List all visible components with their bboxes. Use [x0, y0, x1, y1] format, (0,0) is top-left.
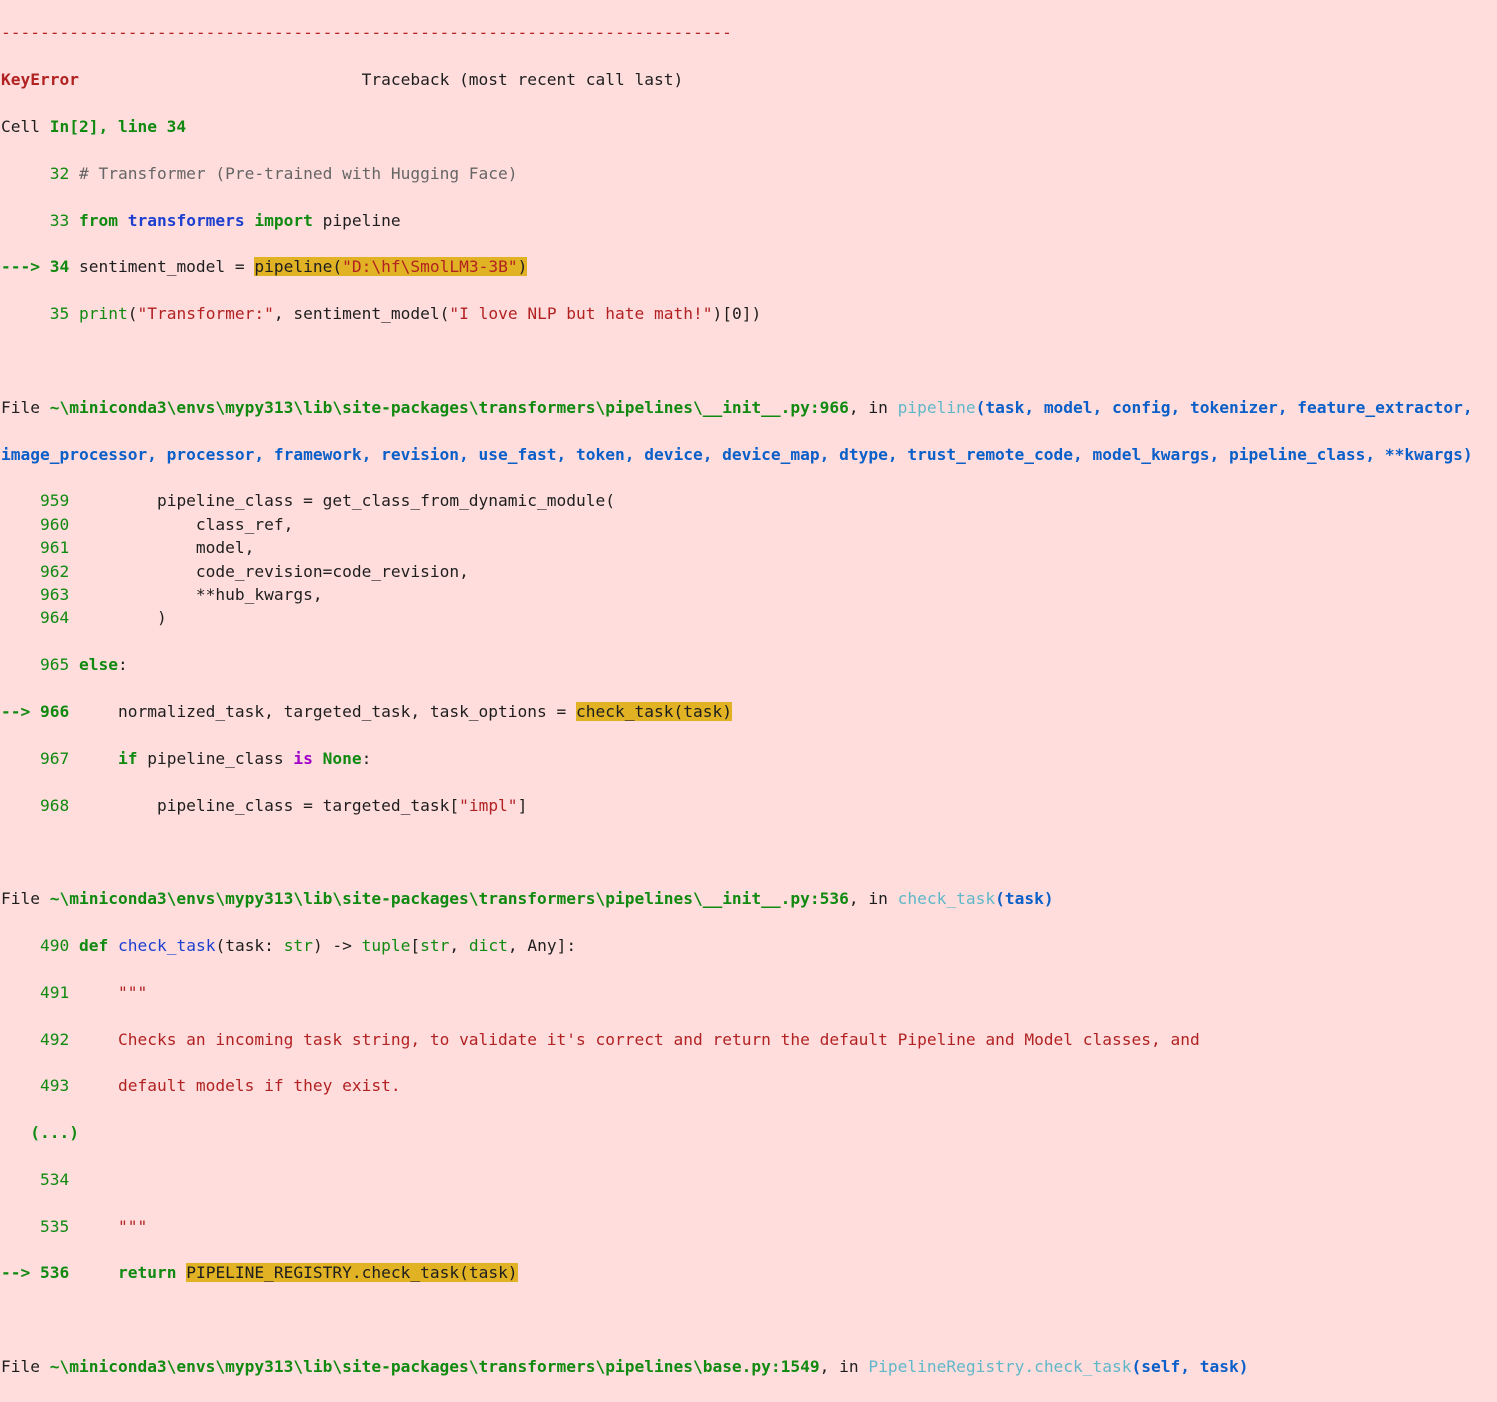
code-line-34-current: ---> 34 sentiment_model = pipeline("D:\h…: [1, 257, 528, 277]
code-line-963: 963 **hub_kwargs,: [1, 583, 1497, 606]
code-text: pipeline_class = get_class_from_dynamic_…: [78, 491, 615, 511]
code-line-33: 33 from transformers import pipeline: [49, 210, 401, 230]
code-text: model,: [78, 538, 255, 558]
frame-header-registry: File ~\miniconda3\envs\mypy313\lib\site-…: [1, 1357, 1249, 1377]
line-number: 960: [39, 514, 70, 534]
code-line-959: 959 pipeline_class = get_class_from_dyna…: [1, 489, 1497, 512]
frame-header-check-task: File ~\miniconda3\envs\mypy313\lib\site-…: [1, 889, 1054, 909]
code-line-536-current: --> 536 return PIPELINE_REGISTRY.check_t…: [1, 1263, 518, 1283]
error-header: KeyError Traceback (most recent call las…: [1, 68, 1497, 91]
code-line-962: 962 code_revision=code_revision,: [1, 560, 1497, 583]
code-text: class_ref,: [78, 514, 294, 534]
code-line-961: 961 model,: [1, 536, 1497, 559]
line-number: 961: [39, 538, 70, 558]
code-line-968: 968 pipeline_class = targeted_task["impl…: [39, 795, 528, 815]
code-line-32: 32 # Transformer (Pre-trained with Huggi…: [49, 163, 518, 183]
frame2-code-lines: 959 pipeline_class = get_class_from_dyna…: [1, 489, 1497, 629]
code-line-965: 965 else:: [39, 655, 128, 675]
ellipsis-line: (...): [30, 1123, 79, 1143]
traceback-label: Traceback (most recent call last): [361, 70, 684, 90]
highlighted-call: pipeline("D:\hf\SmolLM3-3B"): [254, 257, 528, 277]
code-line-964: 964 ): [1, 606, 1497, 629]
code-line-492: 492 Checks an incoming task string, to v…: [39, 1029, 1200, 1049]
frame-header-pipeline: File ~\miniconda3\envs\mypy313\lib\site-…: [1, 397, 1473, 417]
separator-line: ----------------------------------------…: [1, 23, 732, 43]
code-line-966-current: --> 966 normalized_task, targeted_task, …: [1, 701, 732, 721]
code-line-493: 493 default models if they exist.: [39, 1076, 401, 1096]
file-link[interactable]: ~\miniconda3\envs\mypy313\lib\site-packa…: [50, 398, 849, 417]
code-line-35: 35 print("Transformer:", sentiment_model…: [49, 304, 762, 324]
cell-link[interactable]: In[2], line 34: [50, 117, 186, 136]
code-line-490: 490 def check_task(task: str) -> tuple[s…: [39, 935, 577, 955]
frame-header-args: image_processor, processor, framework, r…: [1, 444, 1473, 464]
function-name: PipelineRegistry.check_task: [868, 1357, 1132, 1377]
traceback-output: ----------------------------------------…: [0, 0, 1497, 1402]
line-number: 963: [39, 584, 70, 604]
error-name: KeyError: [1, 70, 79, 90]
function-name: pipeline: [897, 397, 976, 417]
code-line-535: 535 """: [39, 1216, 148, 1236]
code-line-534: 534: [39, 1169, 70, 1189]
file-link[interactable]: ~\miniconda3\envs\mypy313\lib\site-packa…: [50, 1357, 820, 1376]
line-number: 964: [39, 608, 70, 628]
line-number: 962: [39, 561, 70, 581]
highlighted-call: PIPELINE_REGISTRY.check_task(task): [186, 1263, 518, 1283]
highlighted-call: check_task(task): [576, 701, 732, 721]
code-text: **hub_kwargs,: [78, 584, 323, 604]
file-link[interactable]: ~\miniconda3\envs\mypy313\lib\site-packa…: [50, 889, 849, 908]
code-text: ): [78, 608, 167, 628]
code-line-491: 491 """: [39, 982, 148, 1002]
line-number: 959: [39, 491, 70, 511]
function-name: check_task: [897, 889, 996, 909]
cell-reference: Cell In[2], line 34: [1, 117, 187, 136]
code-text: code_revision=code_revision,: [78, 561, 469, 581]
current-line-arrow: --> 966: [1, 701, 70, 721]
current-line-arrow: --> 536: [1, 1263, 70, 1283]
code-line-960: 960 class_ref,: [1, 513, 1497, 536]
code-line-967: 967 if pipeline_class is None:: [39, 748, 372, 768]
current-line-arrow: ---> 34: [1, 257, 70, 277]
